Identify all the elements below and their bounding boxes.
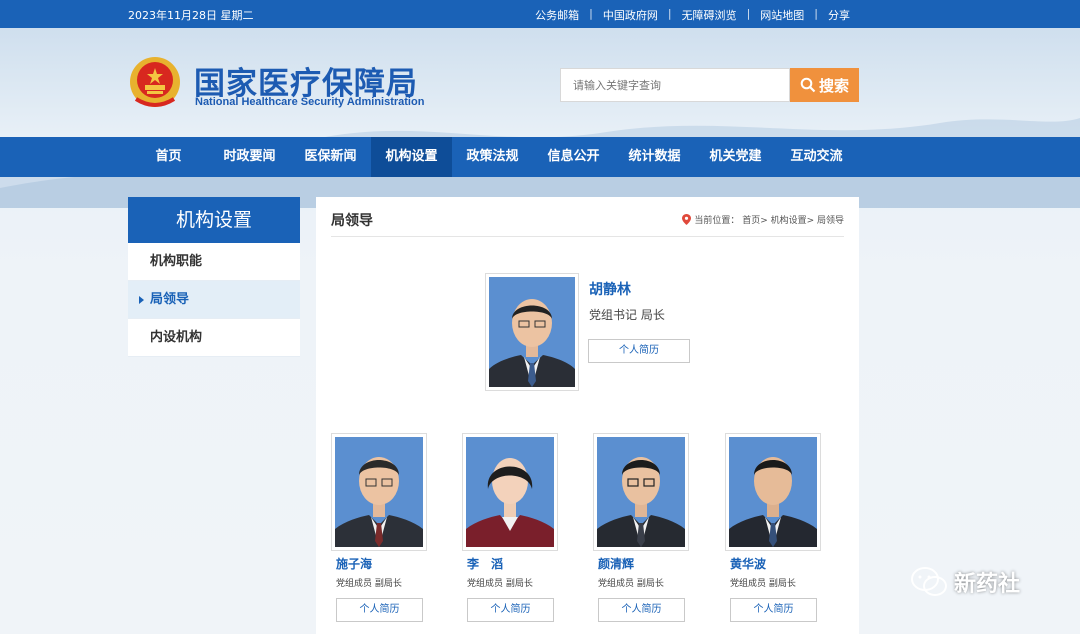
leader-cv-button[interactable]: 个人简历 [588,339,690,363]
deputy-portrait [597,437,685,547]
deputy-name[interactable]: 颜清辉 [598,555,634,572]
page-title: 局领导 [331,213,373,229]
deputy-photo[interactable] [725,433,821,551]
deputy-photo[interactable] [462,433,558,551]
nav-party[interactable]: 机关党建 [695,137,776,177]
link-email[interactable]: 公务邮箱 [525,7,589,23]
content-panel: 局领导 当前位置： 首页> 机构设置> 局领导 胡静林 党组书记 局长 个人简历 [316,197,859,634]
leader-portrait [489,277,575,387]
nav-statistics[interactable]: 统计数据 [614,137,695,177]
main-nav: 首页 时政要闻 医保新闻 机构设置 政策法规 信息公开 统计数据 机关党建 互动… [0,137,1080,177]
leader-name[interactable]: 胡静林 [589,279,631,299]
deputy-title: 党组成员 副局长 [598,579,664,589]
leader-title: 党组书记 局长 [589,308,665,322]
sidebar-heading: 机构设置 [128,197,300,243]
nav-news[interactable]: 医保新闻 [290,137,371,177]
sidebar-item-functions[interactable]: 机构职能 [128,243,300,281]
search-button-label: 搜索 [818,76,849,95]
search-input[interactable] [560,68,790,102]
sidebar-item-departments[interactable]: 内设机构 [128,319,300,357]
leader-photo[interactable] [485,273,579,391]
link-sitemap[interactable]: 网站地图 [750,7,814,23]
deputy-name[interactable]: 施子海 [336,555,372,572]
deputy-photo[interactable] [331,433,427,551]
deputy-cv-button[interactable]: 个人简历 [467,598,554,622]
location-pin-icon [682,214,692,225]
deputy-name[interactable]: 黄华波 [730,555,766,572]
breadcrumb: 当前位置： 首页> 机构设置> 局领导 [682,213,844,226]
sidebar: 机构设置 机构职能 局领导 内设机构 [128,197,300,357]
deputy-cv-button[interactable]: 个人简历 [730,598,817,622]
deputy-title: 党组成员 副局长 [336,579,402,589]
link-share[interactable]: 分享 [818,7,860,23]
deputy-portrait [335,437,423,547]
deputy-portrait [466,437,554,547]
nav-politics[interactable]: 时政要闻 [209,137,290,177]
watermark: 新药社 [910,566,1020,598]
wechat-icon [911,567,947,596]
top-utility-bar: 2023年11月28日 星期二 公务邮箱 | 中国政府网 | 无障碍浏览 | 网站地图… [0,0,1080,28]
deputy-portrait [729,437,817,547]
deputy-title: 党组成员 副局长 [730,579,796,589]
deputy-name[interactable]: 李 滔 [467,555,503,572]
current-date: 2023年11月28日 星期二 [128,9,254,22]
deputy-cv-button[interactable]: 个人简历 [336,598,423,622]
watermark-text: 新药社 [954,572,1021,597]
search-bar: 搜索 [560,68,859,102]
link-gov-portal[interactable]: 中国政府网 [593,7,668,23]
deputy-cv-button[interactable]: 个人简历 [598,598,685,622]
title-divider [331,236,844,237]
nav-organization[interactable]: 机构设置 [371,137,452,177]
national-emblem-icon[interactable] [128,55,182,111]
nav-disclosure[interactable]: 信息公开 [533,137,614,177]
sidebar-item-leaders[interactable]: 局领导 [128,281,300,319]
site-title-en: National Healthcare Security Administrat… [195,96,425,108]
breadcrumb-text[interactable]: 当前位置： 首页> 机构设置> 局领导 [694,213,844,226]
deputy-photo[interactable] [593,433,689,551]
nav-policy[interactable]: 政策法规 [452,137,533,177]
utility-links: 公务邮箱 | 中国政府网 | 无障碍浏览 | 网站地图 | 分享 [525,7,860,23]
search-button[interactable]: 搜索 [790,68,859,102]
nav-home[interactable]: 首页 [128,137,209,177]
search-icon [800,77,816,93]
deputy-title: 党组成员 副局长 [467,579,533,589]
nav-interaction[interactable]: 互动交流 [776,137,857,177]
link-accessibility[interactable]: 无障碍浏览 [672,7,747,23]
